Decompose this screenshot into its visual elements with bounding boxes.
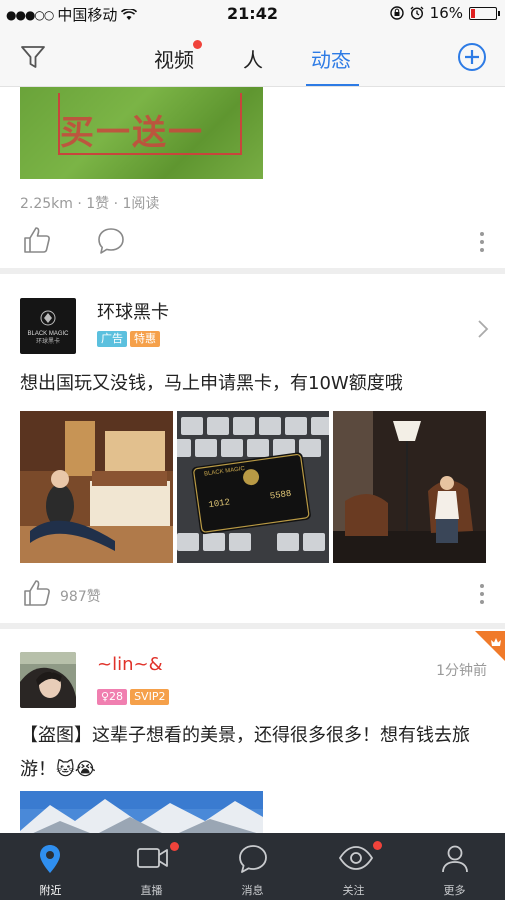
filter-icon[interactable]: [18, 42, 48, 72]
post-photo-3[interactable]: [333, 411, 486, 563]
author-tags: ♀28 SVIP2: [97, 685, 172, 705]
chevron-right-icon[interactable]: [476, 319, 490, 339]
tag-ad: 广告: [97, 331, 127, 347]
tab-following-badge: [373, 841, 382, 850]
black-magic-logo-icon: BLACK MAGIC 环球黑卡: [27, 310, 69, 345]
tab-moments[interactable]: 动态: [311, 44, 351, 73]
crown-badge-icon: [475, 631, 505, 661]
comment-icon[interactable]: [96, 226, 126, 256]
svg-text:BLACK MAGIC: BLACK MAGIC: [27, 331, 69, 337]
tab-messages-label: 消息: [241, 884, 264, 897]
tab-more[interactable]: 更多: [404, 833, 505, 900]
tab-video[interactable]: 视频: [154, 44, 194, 73]
eye-icon: [338, 846, 374, 870]
alarm-icon: [410, 6, 424, 20]
battery-icon: [469, 6, 500, 20]
svg-text:环球黑卡: 环球黑卡: [36, 337, 60, 345]
battery-fill: [471, 8, 475, 18]
post-author-name[interactable]: 环球黑卡: [97, 298, 169, 324]
tab-following[interactable]: 关注: [303, 833, 404, 900]
tab-live[interactable]: 直播: [101, 833, 202, 900]
like-icon[interactable]: [22, 225, 52, 255]
like-icon[interactable]: [22, 578, 52, 608]
divider: [0, 268, 505, 274]
post-text: 【盗图】这辈子想看的美景，还得很多很多！想有钱去旅游！🐱😭: [20, 725, 470, 780]
post-author-name[interactable]: ~lin~&: [97, 654, 163, 675]
add-post-button[interactable]: [457, 42, 487, 72]
tab-people-label: 人: [243, 48, 263, 72]
status-bar: ●●●○○ 中国移动 21:42 16%: [0, 0, 505, 28]
more-options-icon[interactable]: [479, 232, 485, 256]
feed-list[interactable]: 买一送一 2.25km · 1赞 · 1阅读 BLACK MAGIC 环球黑卡 …: [0, 87, 505, 833]
post-photo-1[interactable]: [20, 411, 173, 563]
tab-nearby-label: 附近: [39, 884, 62, 897]
author-tags: 广告 特惠: [97, 327, 163, 347]
divider: [0, 623, 505, 629]
tab-video-badge: [193, 40, 202, 49]
tab-nearby[interactable]: 附近: [0, 833, 101, 900]
avatar[interactable]: BLACK MAGIC 环球黑卡: [20, 298, 76, 354]
post-meta: 2.25km · 1赞 · 1阅读: [20, 196, 160, 212]
battery-percent: 16%: [429, 4, 463, 22]
post-photo-2[interactable]: BLACK MAGIC 1012 5588: [177, 411, 329, 563]
tab-video-label: 视频: [154, 48, 194, 72]
person-icon: [442, 845, 468, 873]
post-time: 1分钟前: [436, 663, 487, 679]
post-image[interactable]: 买一送一: [20, 87, 263, 179]
post-photo-1[interactable]: [20, 791, 263, 833]
tag-svip: SVIP2: [130, 689, 170, 705]
tag-discount: 特惠: [130, 331, 160, 347]
tab-live-label: 直播: [140, 884, 163, 897]
avatar[interactable]: [20, 652, 76, 708]
chat-bubble-icon: [239, 845, 267, 873]
likes-count: 987赞: [60, 589, 101, 605]
video-camera-icon: [137, 848, 168, 868]
post-text: 想出国玩又没钱，马上申请黑卡，有10W额度哦: [20, 373, 403, 394]
tab-messages[interactable]: 消息: [202, 833, 303, 900]
location-icon: [40, 845, 60, 873]
promo-text: 买一送一: [60, 113, 204, 153]
tab-live-badge: [170, 842, 179, 851]
bottom-tab-bar: 附近 直播 消息 关注 更多: [0, 833, 505, 900]
tab-moments-label: 动态: [311, 48, 351, 72]
tab-following-label: 关注: [342, 884, 365, 897]
tab-people[interactable]: 人: [243, 44, 263, 73]
active-tab-indicator: [306, 84, 359, 86]
rotation-lock-icon: [389, 6, 404, 20]
tab-more-label: 更多: [443, 884, 466, 897]
tag-gender-age: ♀28: [97, 689, 128, 705]
more-options-icon[interactable]: [479, 584, 485, 608]
status-right: 16%: [389, 4, 500, 22]
top-navigation: 视频 人 动态: [0, 28, 505, 87]
